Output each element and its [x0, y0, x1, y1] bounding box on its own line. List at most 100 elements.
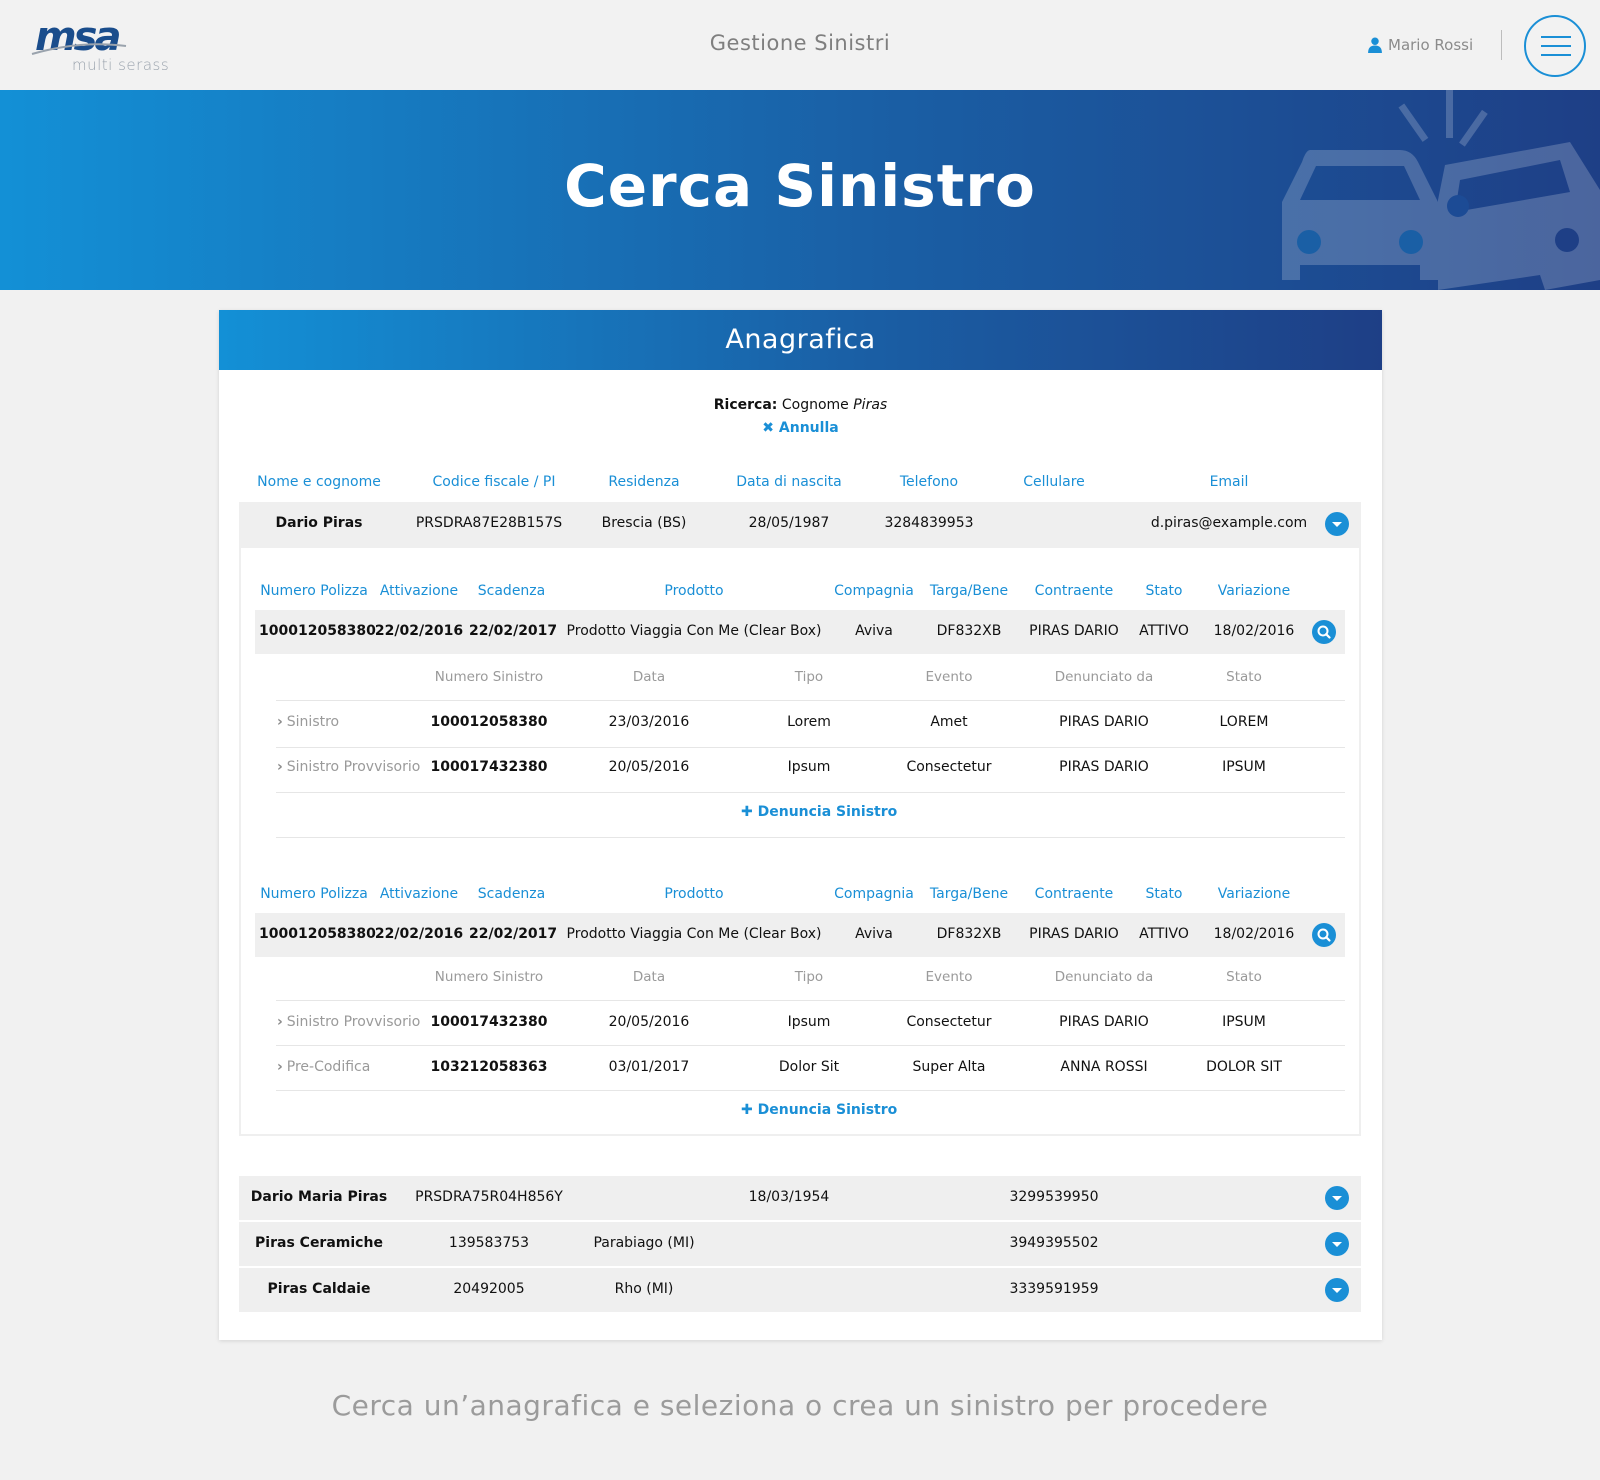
person-cf: 20492005 [453, 1281, 525, 1297]
person-name: Dario Maria Piras [250, 1189, 388, 1205]
claim-type-link[interactable]: › Sinistro Provvisorio [277, 1014, 420, 1030]
policy-header-stato[interactable]: Stato [1129, 583, 1199, 599]
top-bar: msa multi serass Gestione Sinistri Mario… [0, 0, 1600, 90]
claim-type-link[interactable]: › Pre-Codifica [277, 1059, 370, 1075]
policy-stato: ATTIVO [1139, 623, 1189, 639]
claim-data: 03/01/2017 [608, 1059, 690, 1075]
denuncia-label: Denuncia Sinistro [757, 804, 898, 820]
claim-denunciato: PIRAS DARIO [1059, 714, 1149, 730]
policy-header-variazione[interactable]: Variazione [1204, 886, 1304, 902]
denuncia-sinistro-button[interactable]: ✚ Denuncia Sinistro [741, 1102, 897, 1118]
col-header-cf[interactable]: Codice fiscale / PI [409, 474, 579, 490]
chevron-right-icon: › [277, 1014, 283, 1030]
policy-header-numero[interactable]: Numero Polizza [259, 886, 369, 902]
policy-compagnia: Aviva [855, 623, 893, 639]
policy-header-variazione[interactable]: Variazione [1204, 583, 1304, 599]
car-crash-icon [1282, 90, 1600, 290]
view-policy-button[interactable] [1312, 620, 1336, 644]
claim-type-link[interactable]: › Sinistro Provvisorio [277, 759, 420, 775]
person-nascita: 18/03/1954 [748, 1189, 830, 1205]
chevron-down-icon [1332, 522, 1342, 527]
person-telefono: 3284839953 [884, 515, 974, 531]
policy-prodotto: Prodotto Viaggia Con Me (Clear Box) [566, 623, 822, 639]
search-summary: Ricerca: Cognome Piras [219, 397, 1382, 413]
policy-numero: 100012058380 [259, 623, 376, 639]
expand-row-button[interactable] [1325, 1186, 1349, 1210]
chevron-right-icon: › [277, 759, 283, 775]
policy-variazione: 18/02/2016 [1213, 623, 1295, 639]
claim-type-label: Sinistro Provvisorio [286, 1014, 421, 1030]
close-icon: ✖ [762, 420, 775, 436]
claim-header-data: Data [632, 669, 666, 685]
policy-prodotto: Prodotto Viaggia Con Me (Clear Box) [566, 926, 822, 942]
claim-stato: DOLOR SIT [1206, 1059, 1282, 1075]
col-header-telefono[interactable]: Telefono [879, 474, 979, 490]
person-email: d.piras@example.com [1150, 515, 1308, 531]
expand-row-button[interactable] [1325, 1232, 1349, 1256]
claim-denunciato: PIRAS DARIO [1059, 759, 1149, 775]
col-header-nome[interactable]: Nome e cognome [249, 474, 389, 490]
col-header-residenza[interactable]: Residenza [589, 474, 699, 490]
policy-header-scadenza[interactable]: Scadenza [469, 886, 554, 902]
policy-header-prodotto[interactable]: Prodotto [564, 583, 824, 599]
expand-row-button[interactable] [1325, 1278, 1349, 1302]
person-name: Dario Piras [275, 515, 363, 531]
policy-stato: ATTIVO [1139, 926, 1189, 942]
person-cellulare: 3339591959 [1009, 1281, 1099, 1297]
claim-header-numero: Numero Sinistro [434, 969, 544, 985]
claim-header-stato: Stato [1226, 669, 1262, 685]
user-name: Mario Rossi [1388, 36, 1474, 54]
cancel-search-button[interactable]: ✖ Annulla [219, 420, 1382, 436]
divider [276, 747, 1345, 748]
claim-numero: 100017432380 [430, 759, 548, 775]
card-title: Anagrafica [219, 310, 1382, 370]
policy-header-compagnia[interactable]: Compagnia [829, 886, 919, 902]
policy-scadenza: 22/02/2017 [469, 926, 558, 942]
policy-header-prodotto[interactable]: Prodotto [564, 886, 824, 902]
policy-header-attivazione[interactable]: Attivazione [374, 583, 464, 599]
policy-header-stato[interactable]: Stato [1129, 886, 1199, 902]
claim-header-denunciato: Denunciato da [1054, 969, 1154, 985]
policy-header-compagnia[interactable]: Compagnia [829, 583, 919, 599]
divider [276, 837, 1345, 838]
policy-header-targa[interactable]: Targa/Bene [924, 886, 1014, 902]
col-header-cellulare[interactable]: Cellulare [999, 474, 1109, 490]
policy-header-attivazione[interactable]: Attivazione [374, 886, 464, 902]
expand-row-button[interactable] [1325, 512, 1349, 536]
policy-header-scadenza[interactable]: Scadenza [469, 583, 554, 599]
claim-type-label: Sinistro Provvisorio [286, 759, 421, 775]
policy-header-numero[interactable]: Numero Polizza [259, 583, 369, 599]
claim-stato: LOREM [1219, 714, 1269, 730]
divider [276, 1045, 1345, 1046]
search-label: Ricerca: [713, 397, 778, 413]
col-header-nascita[interactable]: Data di nascita [714, 474, 864, 490]
policy-header-contraente[interactable]: Contraente [1019, 886, 1129, 902]
claim-data: 23/03/2016 [608, 714, 690, 730]
denuncia-sinistro-button[interactable]: ✚ Denuncia Sinistro [741, 804, 897, 820]
claim-denunciato: PIRAS DARIO [1059, 1014, 1149, 1030]
claim-numero: 100012058380 [430, 714, 548, 730]
policy-header-contraente[interactable]: Contraente [1019, 583, 1129, 599]
claim-type-link[interactable]: › Sinistro [277, 714, 339, 730]
policy-header-targa[interactable]: Targa/Bene [924, 583, 1014, 599]
col-header-email[interactable]: Email [1154, 474, 1304, 490]
anagrafica-card: Anagrafica Ricerca: Cognome Piras ✖ Annu… [219, 310, 1382, 1340]
logo-subtitle: multi serass [72, 56, 170, 74]
claim-evento: Super Alta [912, 1059, 986, 1075]
hero-banner: Cerca Sinistro [0, 90, 1600, 290]
view-policy-button[interactable] [1312, 923, 1336, 947]
person-residenza: Rho (MI) [614, 1281, 674, 1297]
claim-data: 20/05/2016 [608, 759, 690, 775]
claim-numero: 103212058363 [430, 1059, 548, 1075]
chevron-right-icon: › [277, 714, 283, 730]
user-menu[interactable]: Mario Rossi [1368, 36, 1473, 54]
person-cellulare: 3299539950 [1009, 1189, 1099, 1205]
divider [276, 792, 1345, 793]
claim-tipo: Dolor Sit [778, 1059, 840, 1075]
person-cf: PRSDRA87E28B157S [415, 515, 563, 531]
claim-tipo: Lorem [787, 714, 831, 730]
policy-scadenza: 22/02/2017 [469, 623, 558, 639]
claim-header-stato: Stato [1226, 969, 1262, 985]
hamburger-menu-button[interactable] [1524, 15, 1586, 77]
claim-header-evento: Evento [925, 669, 973, 685]
